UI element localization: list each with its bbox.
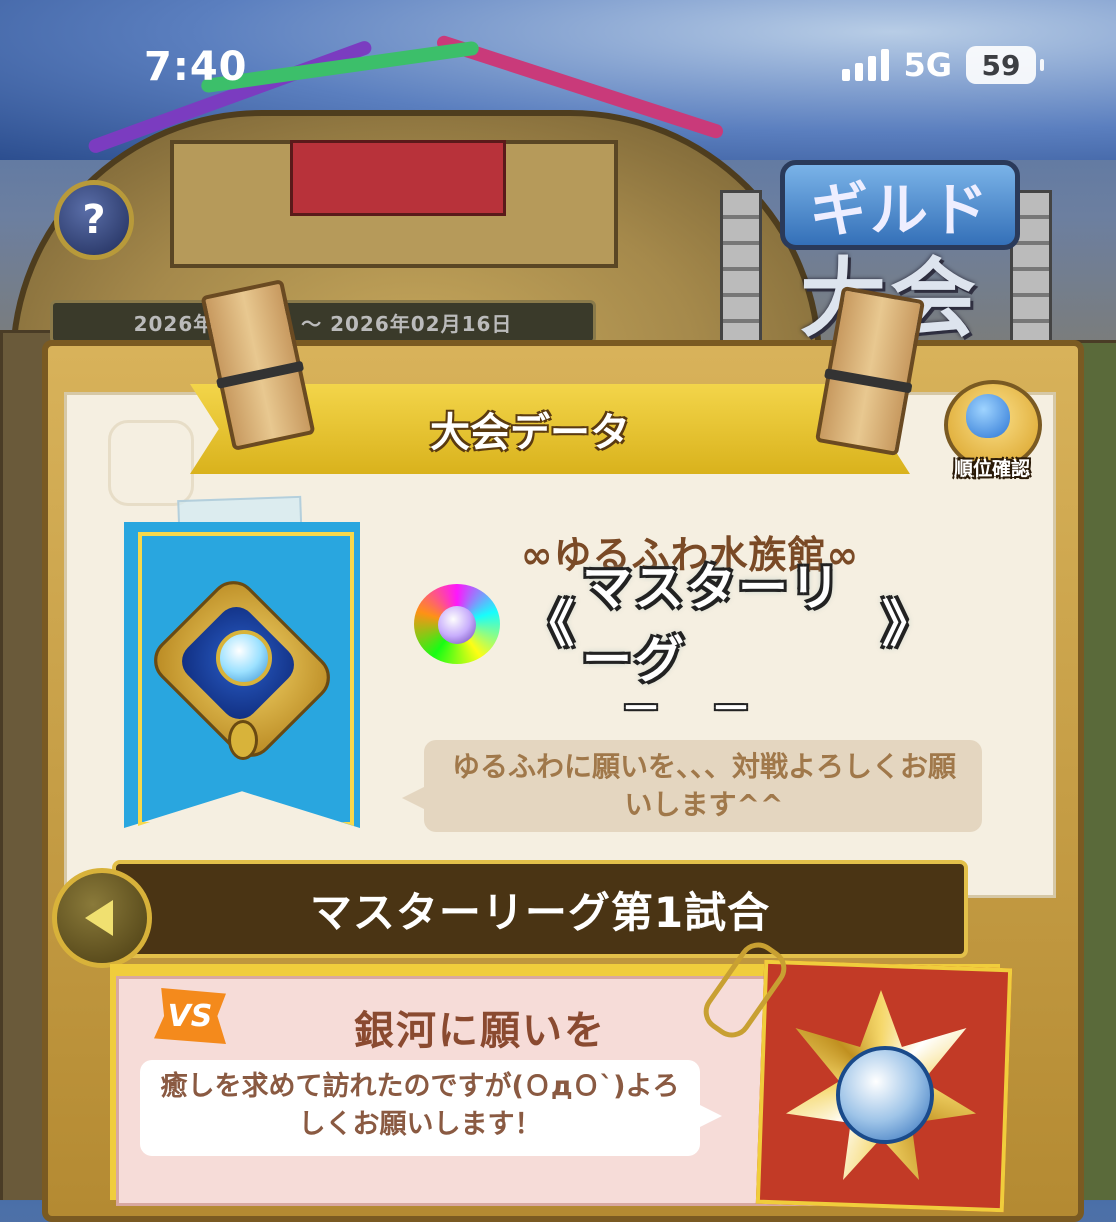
league-badge: マスターリーグ bbox=[414, 559, 954, 689]
logo-pillar-left bbox=[720, 190, 762, 356]
battery-level: 59 bbox=[981, 48, 1021, 82]
signal-bars-icon bbox=[842, 49, 890, 81]
emblem-gem-icon bbox=[216, 630, 272, 686]
triangle-left-icon bbox=[85, 900, 113, 936]
opponent-message-bubble: 癒しを求めて訪れたのですが(ＯдＯ`)よろしくお願いします！ bbox=[140, 1060, 722, 1156]
opponent-message: 癒しを求めて訪れたのですが(ＯдＯ`)よろしくお願いします！ bbox=[160, 1071, 680, 1140]
help-button[interactable]: ? bbox=[54, 180, 134, 260]
status-indicators: 5G 59 bbox=[842, 46, 1044, 84]
battery-icon: 59 bbox=[966, 46, 1044, 84]
red-banner-decor bbox=[290, 140, 506, 216]
question-icon: ? bbox=[82, 197, 106, 243]
tournament-date-range: 2026年0_月_日 ～ 2026年02月16日 bbox=[50, 300, 596, 344]
status-time: 7:40 bbox=[144, 44, 248, 90]
network-type: 5G bbox=[903, 46, 952, 84]
match-title: マスターリーグ第1試合 bbox=[309, 887, 771, 937]
rank-check-button[interactable]: 順位確認 bbox=[944, 380, 1042, 484]
crest-slime-icon bbox=[836, 1046, 934, 1144]
guild-message-bubble: ゆるふわに願いを、、、対戦よろしくお願いします^^ bbox=[402, 740, 982, 832]
previous-match-button[interactable] bbox=[52, 868, 152, 968]
guild-message: ゆるふわに願いを、、、対戦よろしくお願いします^^ bbox=[451, 750, 956, 821]
league-rank-orb-icon bbox=[414, 584, 500, 664]
panel-title: 大会データ bbox=[430, 410, 630, 456]
league-name: マスターリーグ bbox=[524, 559, 934, 689]
vs-badge: VS bbox=[154, 988, 226, 1044]
opponent-name: 銀河に願いを bbox=[354, 1008, 606, 1054]
rank-check-label: 順位確認 bbox=[953, 458, 1030, 480]
paper-ornament bbox=[108, 420, 194, 506]
slime-icon bbox=[966, 394, 1010, 438]
emblem-pendant-icon bbox=[228, 720, 258, 760]
